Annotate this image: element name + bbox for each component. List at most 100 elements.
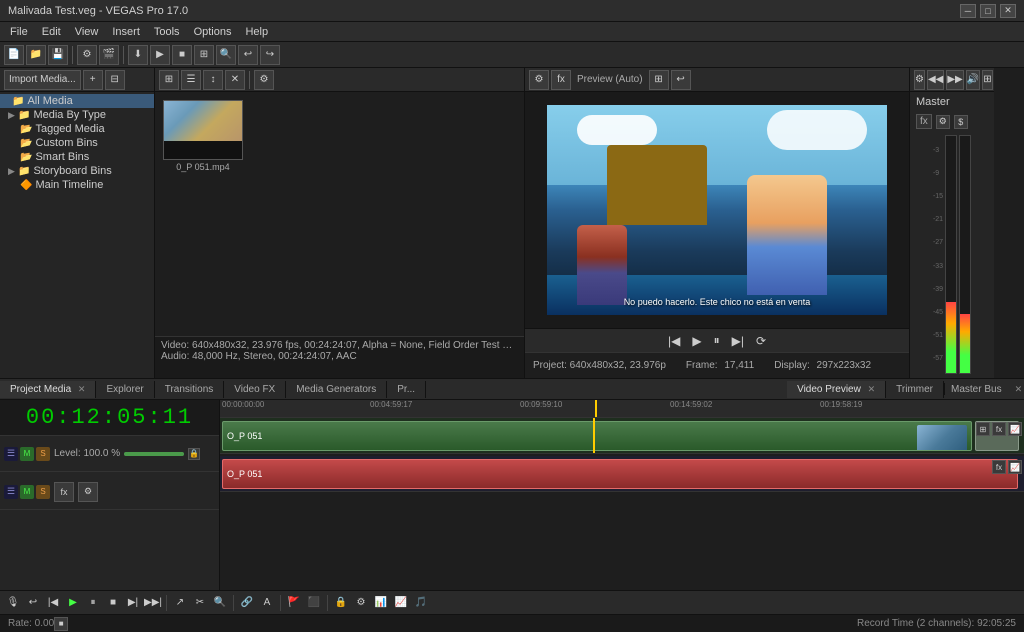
tree-item-storyboard-bins[interactable]: ▶ 📁 Storyboard Bins	[0, 164, 154, 178]
preview-fx-btn[interactable]: fx	[551, 70, 571, 90]
media-thumb-op051[interactable]: 0_P 051.mp4	[163, 100, 243, 172]
tab-transitions[interactable]: Transitions	[155, 381, 225, 398]
menu-edit[interactable]: Edit	[36, 24, 67, 40]
rp-btn-2[interactable]: ◀◀	[927, 70, 944, 90]
bt-marker-btn[interactable]: ⬛	[305, 594, 323, 612]
left-tb-btn-1[interactable]: +	[83, 70, 103, 90]
master-bus-close[interactable]: ✕	[1015, 384, 1023, 394]
audio-solo-btn[interactable]: S	[36, 485, 50, 499]
bt-extra3-btn[interactable]: 🎵	[412, 594, 430, 612]
rp-btn-3[interactable]: ▶▶	[946, 70, 963, 90]
media-view-btn[interactable]: ⊞	[159, 70, 179, 90]
audio-clip[interactable]: O_P 051	[222, 459, 1018, 489]
bt-loop-btn[interactable]: ↩	[24, 594, 42, 612]
close-button[interactable]: ✕	[1000, 4, 1016, 18]
tree-item-all-media[interactable]: 📁 All Media	[0, 94, 154, 108]
media-settings-btn[interactable]: ⚙	[254, 70, 274, 90]
tree-item-tagged-media[interactable]: 📂 Tagged Media	[0, 122, 154, 136]
bt-record-btn[interactable]: 🎙	[4, 594, 22, 612]
audio-env-btn[interactable]: fx	[992, 460, 1006, 474]
level-slider[interactable]	[124, 452, 184, 456]
bt-stop-btn[interactable]: ■	[104, 594, 122, 612]
tab-pr[interactable]: Pr...	[387, 381, 426, 398]
status-btn[interactable]: ■	[54, 617, 68, 631]
menu-options[interactable]: Options	[188, 24, 238, 40]
tree-item-smart-bins[interactable]: 📂 Smart Bins	[0, 150, 154, 164]
audio-fx-btn[interactable]: fx	[54, 482, 74, 502]
tree-item-main-timeline[interactable]: 🔶 Main Timeline	[0, 178, 154, 192]
menu-view[interactable]: View	[69, 24, 105, 40]
master-fx-btn2[interactable]: ⚙	[936, 115, 950, 129]
render-button[interactable]: 🎬	[99, 45, 119, 65]
video-clip[interactable]: O_P 051	[222, 421, 972, 451]
track-env-btn[interactable]: 📈	[1008, 422, 1022, 436]
tab-project-media[interactable]: Project Media ✕	[0, 381, 96, 398]
media-sort-btn[interactable]: ↕	[203, 70, 223, 90]
media-delete-btn[interactable]: ✕	[225, 70, 245, 90]
prev-go-end[interactable]: ▶|	[729, 334, 747, 348]
bt-zoom-btn[interactable]: 🔍	[211, 594, 229, 612]
tb-btn-5[interactable]: ⊞	[194, 45, 214, 65]
bt-play-btn[interactable]: ▶	[64, 594, 82, 612]
tab-video-preview[interactable]: Video Preview ✕	[787, 381, 886, 398]
bt-end-btn[interactable]: ▶▶|	[144, 594, 162, 612]
left-tb-btn-2[interactable]: ⊟	[105, 70, 125, 90]
save-button[interactable]: 💾	[48, 45, 68, 65]
tb-btn-4[interactable]: ■	[172, 45, 192, 65]
bt-lock-btn[interactable]: 🔒	[332, 594, 350, 612]
prev-go-start[interactable]: |◀	[665, 334, 683, 348]
track-solo-btn[interactable]: S	[36, 447, 50, 461]
track-mute-btn[interactable]: M	[20, 447, 34, 461]
tab-explorer[interactable]: Explorer	[96, 381, 154, 398]
audio-mute-btn[interactable]: M	[20, 485, 34, 499]
menu-help[interactable]: Help	[239, 24, 274, 40]
audio-timeline-track[interactable]: O_P 051 fx 📈	[220, 456, 1024, 492]
tb-btn-7[interactable]: ↩	[238, 45, 258, 65]
prev-loop[interactable]: ⟳	[753, 334, 769, 348]
bt-snap-btn[interactable]: 🔗	[238, 594, 256, 612]
preview-settings-btn[interactable]: ⚙	[529, 70, 549, 90]
tab-video-fx[interactable]: Video FX	[224, 381, 286, 398]
tree-item-media-by-type[interactable]: ▶ 📁 Media By Type	[0, 108, 154, 122]
rp-settings[interactable]: ⊞	[982, 70, 992, 90]
video-timeline-track[interactable]: O_P 051 ⊞ fx 📈	[220, 418, 1024, 454]
tb-btn-6[interactable]: 🔍	[216, 45, 236, 65]
tab-trimmer[interactable]: Trimmer	[886, 381, 944, 398]
bt-pause-btn[interactable]: ⏸	[84, 594, 102, 612]
minimize-button[interactable]: ─	[960, 4, 976, 18]
import-media-button[interactable]: Import Media...	[4, 70, 81, 90]
bt-settings2-btn[interactable]: ⚙	[352, 594, 370, 612]
tab-close-project-media[interactable]: ✕	[78, 384, 86, 394]
track-expand-btn[interactable]: ⊞	[976, 422, 990, 436]
bt-flag-btn[interactable]: 🚩	[285, 594, 303, 612]
preview-grid-btn[interactable]: ⊞	[649, 70, 669, 90]
bt-extra1-btn[interactable]: 📊	[372, 594, 390, 612]
tab-media-generators[interactable]: Media Generators	[286, 381, 387, 398]
prev-play[interactable]: ▶	[689, 334, 704, 348]
audio-settings-btn[interactable]: ⚙	[78, 482, 98, 502]
media-list-btn[interactable]: ☰	[181, 70, 201, 90]
audio-env-btn2[interactable]: 📈	[1008, 460, 1022, 474]
menu-insert[interactable]: Insert	[106, 24, 146, 40]
prev-pause[interactable]: ⏸	[711, 333, 723, 348]
import-button[interactable]: ⬇	[128, 45, 148, 65]
open-button[interactable]: 📁	[26, 45, 46, 65]
bt-edit-btn[interactable]: ✂	[191, 594, 209, 612]
tree-item-custom-bins[interactable]: 📂 Custom Bins	[0, 136, 154, 150]
menu-file[interactable]: File	[4, 24, 34, 40]
settings-button[interactable]: ⚙	[77, 45, 97, 65]
track-fx-btn[interactable]: fx	[992, 422, 1006, 436]
bt-select-btn[interactable]: ↗	[171, 594, 189, 612]
tab-close-preview[interactable]: ✕	[868, 384, 876, 394]
rp-btn-1[interactable]: ⚙	[914, 70, 925, 90]
tb-btn-3[interactable]: ▶	[150, 45, 170, 65]
fx-label[interactable]: fx	[916, 114, 932, 129]
tb-btn-8[interactable]: ↪	[260, 45, 280, 65]
preview-undo-btn[interactable]: ↩	[671, 70, 691, 90]
bt-next-btn[interactable]: ▶|	[124, 594, 142, 612]
menu-tools[interactable]: Tools	[148, 24, 186, 40]
rp-volume[interactable]: 🔊	[966, 70, 980, 90]
new-button[interactable]: 📄	[4, 45, 24, 65]
track-lock-btn[interactable]: 🔒	[188, 448, 200, 460]
bt-extra2-btn[interactable]: 📈	[392, 594, 410, 612]
